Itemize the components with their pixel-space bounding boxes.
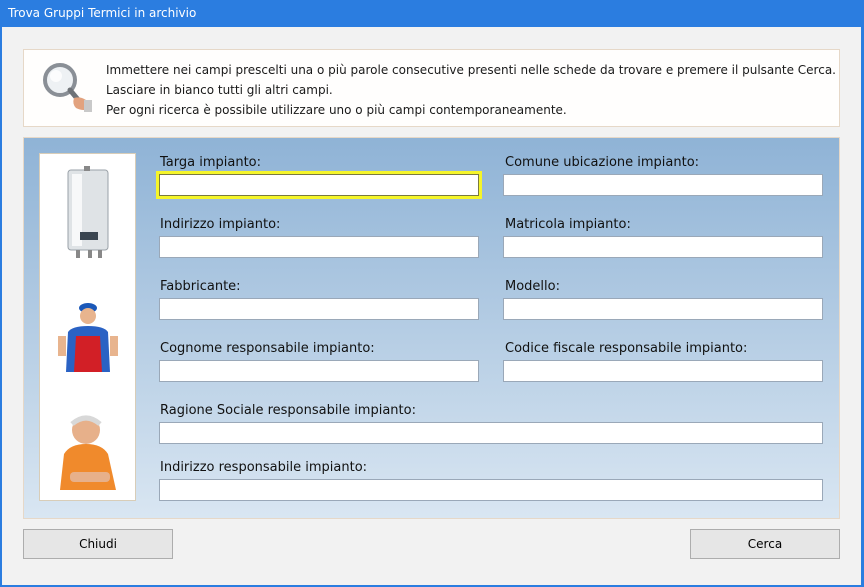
indirizzo-responsabile-input[interactable] <box>159 479 823 501</box>
indirizzo-responsabile-label: Indirizzo responsabile impianto: <box>160 460 368 475</box>
app-window: Trova Gruppi Termici in archivio Immette… <box>0 0 864 587</box>
window-title: Trova Gruppi Termici in archivio <box>8 6 197 20</box>
magnifier-hand-icon <box>43 63 92 112</box>
fabbricante-label: Fabbricante: <box>160 279 241 294</box>
comune-label: Comune ubicazione impianto: <box>505 155 700 170</box>
indirizzo-input[interactable] <box>159 236 479 258</box>
matricola-input[interactable] <box>503 236 823 258</box>
codice-fiscale-label: Codice fiscale responsabile impianto: <box>505 341 748 356</box>
instructions-line-1: Immettere nei campi prescelti una o più … <box>106 63 836 77</box>
illustration-column <box>39 153 136 501</box>
targa-label: Targa impianto: <box>160 155 261 170</box>
instructions-box: Immettere nei campi prescelti una o più … <box>23 49 840 127</box>
search-button[interactable]: Cerca <box>690 529 840 559</box>
title-bar[interactable]: Trova Gruppi Termici in archivio <box>0 0 864 27</box>
cognome-label: Cognome responsabile impianto: <box>160 341 375 356</box>
modello-label: Modello: <box>505 279 560 294</box>
matricola-label: Matricola impianto: <box>505 217 631 232</box>
ragione-sociale-input[interactable] <box>159 422 823 444</box>
fabbricante-input[interactable] <box>159 298 479 320</box>
comune-input[interactable] <box>503 174 823 196</box>
instructions-line-2: Lasciare in bianco tutti gli altri campi… <box>106 83 333 97</box>
close-button[interactable]: Chiudi <box>23 529 173 559</box>
indirizzo-label: Indirizzo impianto: <box>160 217 281 232</box>
cognome-input[interactable] <box>159 360 479 382</box>
instructions-line-3: Per ogni ricerca è possibile utilizzare … <box>106 103 567 117</box>
water-heater-icon <box>67 166 109 258</box>
modello-input[interactable] <box>503 298 823 320</box>
targa-input[interactable] <box>156 171 482 199</box>
codice-fiscale-input[interactable] <box>503 360 823 382</box>
technician-icon <box>58 303 118 372</box>
ragione-sociale-label: Ragione Sociale responsabile impianto: <box>160 403 416 418</box>
man-portrait-icon <box>60 415 116 490</box>
